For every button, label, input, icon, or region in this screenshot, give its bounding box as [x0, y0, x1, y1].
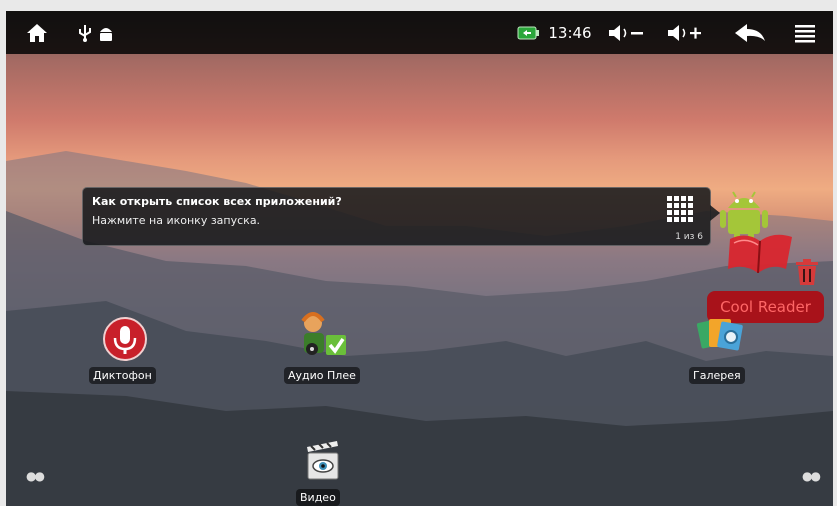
- android-debug-icon: [100, 27, 112, 41]
- gallery-icon[interactable]: [695, 311, 745, 359]
- page-indicator-right[interactable]: ●●: [802, 469, 821, 483]
- home-screen[interactable]: 13:46 Как открыть список всех приложений…: [6, 11, 833, 506]
- audio-player-icon[interactable]: [298, 309, 348, 359]
- debug-notification[interactable]: [95, 11, 117, 54]
- battery-indicator: [517, 11, 539, 54]
- home-icon: [27, 23, 47, 42]
- help-tooltip[interactable]: Как открыть список всех приложений? Нажм…: [82, 187, 711, 246]
- app-label-video[interactable]: Видео: [296, 489, 340, 506]
- volume-down-button[interactable]: [604, 11, 648, 54]
- trash-icon[interactable]: [794, 258, 820, 286]
- app-label-audio-player[interactable]: Аудио Плее: [284, 367, 360, 384]
- menu-button[interactable]: [790, 11, 820, 54]
- book-icon[interactable]: [724, 225, 798, 283]
- tooltip-page-counter: 1 из 6: [675, 232, 703, 242]
- video-clapper-icon[interactable]: [303, 439, 343, 481]
- wallpaper-mountains: [6, 151, 833, 506]
- volume-down-icon: [609, 24, 643, 41]
- app-launcher-grid-icon: [667, 196, 693, 222]
- battery-icon: [517, 26, 539, 39]
- usb-notification[interactable]: [74, 11, 96, 54]
- app-label-gallery[interactable]: Галерея: [689, 367, 745, 384]
- tooltip-text: Нажмите на иконку запуска.: [92, 214, 261, 227]
- app-label-dictaphone[interactable]: Диктофон: [89, 367, 156, 384]
- back-icon: [735, 23, 765, 42]
- microphone-icon[interactable]: [102, 316, 148, 362]
- status-bar: 13:46: [6, 11, 833, 54]
- page-indicator-left[interactable]: ●●: [26, 469, 45, 483]
- volume-up-icon: [668, 24, 701, 41]
- home-button[interactable]: [22, 11, 52, 54]
- volume-up-button[interactable]: [663, 11, 707, 54]
- usb-icon: [79, 24, 91, 42]
- clock: 13:46: [542, 11, 598, 54]
- menu-icon: [795, 24, 815, 42]
- clock-text: 13:46: [548, 23, 592, 42]
- tooltip-title: Как открыть список всех приложений?: [92, 195, 342, 208]
- back-button[interactable]: [730, 11, 770, 54]
